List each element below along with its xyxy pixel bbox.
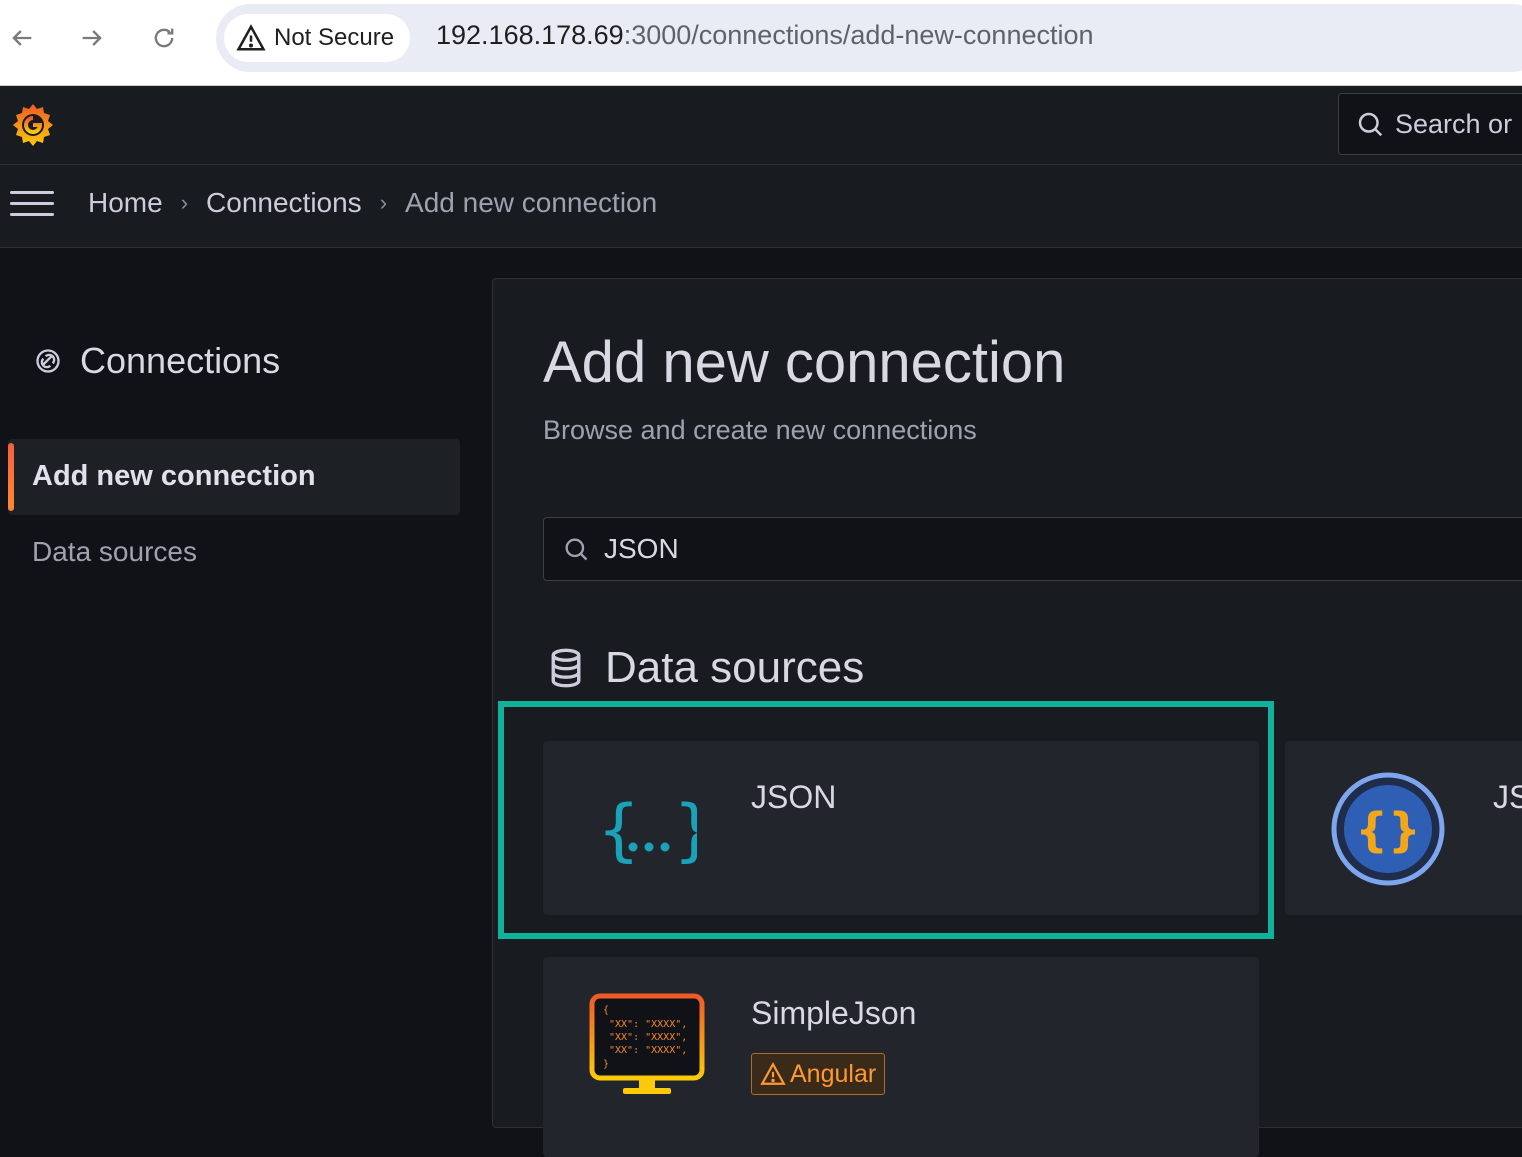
simplejson-monitor-icon: { "XX": "XXXX", "XX": "XXXX", "XX": "XXX… [589, 993, 705, 1094]
security-indicator[interactable]: Not Secure [224, 14, 411, 62]
main-panel: Add new connection Browse and create new… [492, 278, 1522, 1157]
forward-button[interactable] [74, 20, 110, 56]
sidebar-title: Connections [34, 340, 280, 382]
angular-badge: Angular [751, 1053, 886, 1095]
search-icon [1358, 112, 1383, 137]
chevron-right-icon: › [180, 190, 189, 215]
icon-text-line: "XX": "XXXX", [609, 1019, 687, 1030]
icon-text-line: } [603, 1059, 609, 1070]
angular-badge-label: Angular [790, 1059, 877, 1088]
address-bar[interactable]: Not Secure 192.168.178.69:3000/connectio… [216, 4, 1522, 72]
warning-icon [236, 24, 266, 51]
chevron-right-icon: › [379, 190, 388, 215]
browser-toolbar: Not Secure 192.168.178.69:3000/connectio… [0, 0, 1522, 86]
connections-icon [36, 349, 60, 373]
icon-text-line: "XX": "XXXX", [609, 1045, 687, 1056]
arrow-left-icon [12, 30, 32, 46]
breadcrumb-home[interactable]: Home [88, 187, 163, 219]
page-subtitle: Browse and create new connections [543, 415, 977, 445]
arrow-right-icon [82, 30, 102, 46]
datasource-card-json[interactable]: { } JSON [543, 741, 1259, 915]
sidebar-item-data-sources[interactable]: Data sources [32, 536, 197, 568]
warning-icon [760, 1062, 786, 1085]
menu-toggle-button[interactable] [10, 191, 54, 221]
icon-text-line: { [603, 1005, 609, 1016]
section-title: Data sources [605, 643, 865, 692]
sidebar-item-label: Add new connection [32, 460, 316, 492]
url-host: 192.168.178.69 [436, 20, 624, 50]
connection-search-input[interactable] [602, 532, 1006, 566]
page-title: Add new connection [543, 330, 1066, 395]
grafana-topbar: Search or [0, 86, 1522, 165]
breadcrumb-bar: Home › Connections › Add new connection [0, 165, 1522, 248]
json-braces-icon: { } [597, 791, 697, 865]
hamburger-icon-line [10, 213, 54, 216]
database-icon [551, 648, 581, 688]
breadcrumb-connections[interactable]: Connections [206, 187, 362, 219]
reload-button[interactable] [146, 20, 182, 56]
reload-icon [154, 28, 174, 48]
sidebar: Connections Add new connection Data sour… [0, 248, 490, 1120]
svg-text:{}: {} [1355, 803, 1421, 857]
hamburger-icon-line [10, 191, 54, 194]
url-text[interactable]: 192.168.178.69:3000/connections/add-new-… [436, 20, 1094, 51]
global-search[interactable]: Search or [1338, 93, 1522, 155]
search-icon [565, 538, 588, 561]
datasource-card-simplejson[interactable]: { "XX": "XXXX", "XX": "XXXX", "XX": "XXX… [543, 957, 1259, 1157]
icon-text-line: "XX": "XXXX", [609, 1032, 687, 1043]
json-circle-icon: {} [1331, 772, 1445, 886]
active-indicator [8, 443, 14, 511]
svg-text:}: } [673, 791, 697, 865]
hamburger-icon-line [10, 202, 54, 205]
url-path: :3000/connections/add-new-connection [623, 20, 1094, 50]
datasource-name: JS [1493, 779, 1522, 815]
datasource-name: SimpleJson [751, 995, 917, 1031]
sidebar-item-add-new-connection[interactable]: Add new connection [8, 439, 460, 515]
security-label: Not Secure [274, 24, 395, 51]
svg-text:{: { [597, 791, 640, 865]
global-search-placeholder: Search or [1395, 108, 1513, 139]
grafana-logo-icon[interactable] [8, 100, 58, 150]
datasource-name: JSON [751, 779, 837, 815]
breadcrumb-current: Add new connection [405, 187, 658, 218]
datasource-card-js[interactable]: {} JS [1285, 741, 1522, 915]
back-button[interactable] [4, 20, 40, 56]
breadcrumb: Home › Connections › Add new connection [88, 187, 657, 219]
data-sources-heading: Data sources [549, 643, 864, 693]
sidebar-title-text: Connections [80, 340, 281, 381]
connection-search[interactable] [543, 517, 1522, 581]
